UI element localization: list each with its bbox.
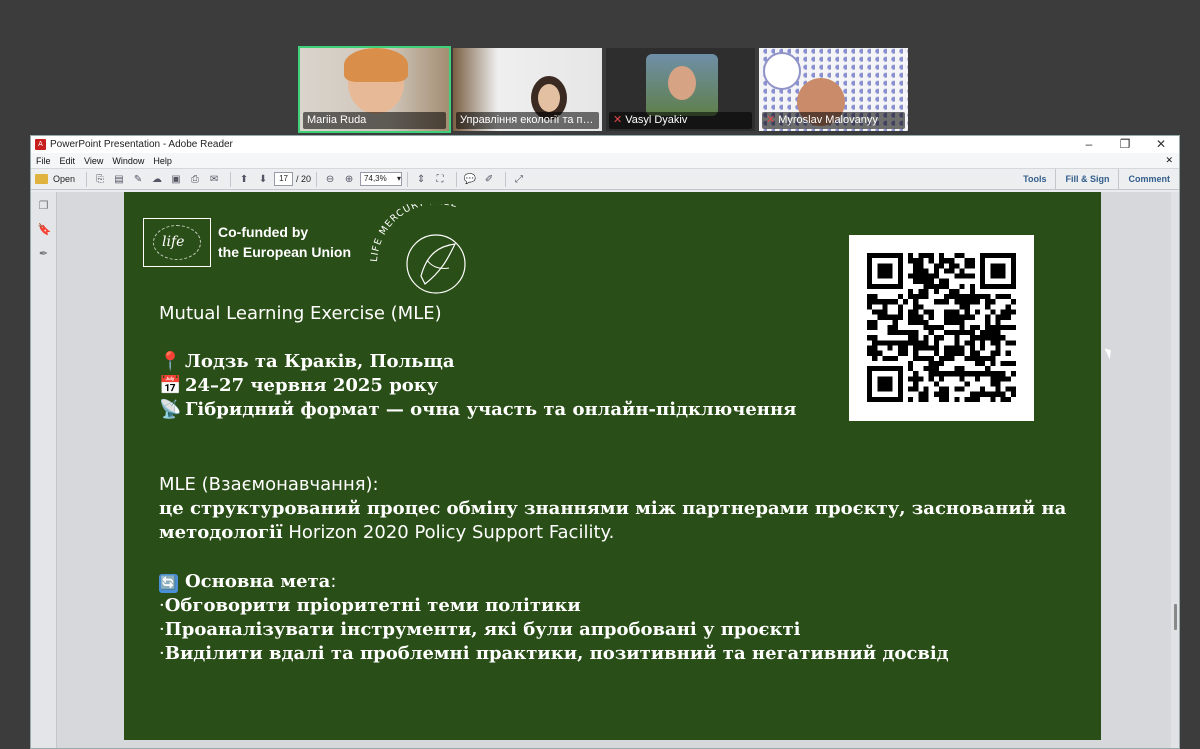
highlight-icon[interactable]: ✐ [481,171,497,187]
navigation-pane: ❐ 🔖 ✒ [31,192,57,748]
tools-button[interactable]: Tools [1014,169,1055,189]
participant-tile-2[interactable]: Управління екології та пр... [451,46,604,133]
svg-text:LIFE MERCURY FREE: LIFE MERCURY FREE [369,204,459,262]
menu-window[interactable]: Window [112,156,144,166]
participant-name: Mariia Ruda [303,112,446,129]
life-logo-text: life [162,234,185,250]
toolbar-separator [505,171,507,187]
menu-file[interactable]: File [36,156,51,166]
chevron-down-icon: ▾ [397,174,402,183]
page-thumbnails-icon[interactable]: ❐ [38,200,50,212]
adobe-reader-icon: A [35,139,46,150]
mercury-free-text: LIFE MERCURY FREE [369,204,458,262]
fill-sign-button[interactable]: Fill & Sign [1055,169,1118,189]
toolbar-separator [86,171,88,187]
read-mode-icon[interactable]: ⤢ [511,171,527,187]
minimize-button[interactable]: – [1071,136,1107,153]
cofunded-text: Co-funded by the European Union [218,222,351,262]
life-logo: life [143,218,211,267]
slide-page: life Co-funded by the European Union LIF… [124,192,1101,740]
scrollbar-thumb[interactable] [1174,604,1177,630]
zoom-select[interactable]: 74,3% ▾ [360,172,403,186]
fit-width-icon[interactable]: ⛶ [432,171,448,187]
date-line: 📅 24–27 червня 2025 року [159,375,439,396]
edit-icon[interactable]: ✎ [130,171,146,187]
export-pdf-icon[interactable]: ▤ [111,171,127,187]
comment-icon[interactable]: 💬 [462,171,478,187]
fit-page-icon[interactable]: ⇕ [413,171,429,187]
mle-title: MLE (Взаємонавчання): [159,474,379,495]
title-bar: A PowerPoint Presentation - Adobe Reader… [31,136,1179,153]
cofunded-line-1: Co-funded by [218,224,309,240]
next-page-icon[interactable]: ⬇ [255,171,271,187]
menu-bar: File Edit View Window Help ✕ [31,153,1179,168]
adobe-reader-window: A PowerPoint Presentation - Adobe Reader… [30,135,1180,749]
qr-code[interactable] [849,235,1034,421]
participant-tile-4[interactable]: ✕ Myroslav Malovanyy [757,46,910,133]
toolbar-separator [456,171,458,187]
location-line: 📍 Лодзь та Краків, Польща [159,351,455,372]
menu-edit[interactable]: Edit [60,156,76,166]
goal-item-3: ·Виділити вдалі та проблемні практики, п… [159,643,949,664]
zoom-in-icon[interactable]: ⊕ [341,171,357,187]
vertical-scrollbar[interactable] [1171,192,1179,748]
menu-help[interactable]: Help [153,156,172,166]
page-total: / 20 [296,174,312,184]
format-line: 📡 Гібридний формат — очна участь та онлай… [159,399,797,420]
email-icon[interactable]: ✉ [206,171,222,187]
toolbar: Open ⎘ ▤ ✎ ☁ ▣ ⎙ ✉ ⬆ ⬇ 17 / 20 ⊖ ⊕ 74,3%… [31,168,1179,190]
page-number-input[interactable]: 17 [274,172,294,186]
create-pdf-icon[interactable]: ⎘ [92,171,108,187]
cofunded-line-2: the European Union [218,244,351,260]
toolbar-separator [407,171,409,187]
previous-page-icon[interactable]: ⬆ [236,171,252,187]
life-mercury-free-logo: LIFE MERCURY FREE [369,204,466,294]
bookmarks-icon[interactable]: 🔖 [38,224,52,236]
satellite-icon: 📡 [159,399,182,420]
toolbar-separator [230,171,232,187]
participant-strip: Mariia Ruda Управління екології та пр...… [298,46,910,133]
qr-code-image [867,253,1016,402]
open-button[interactable]: Open [35,174,75,184]
participant-tile-3[interactable]: ✕ Vasyl Dyakiv [604,46,757,133]
comment-button[interactable]: Comment [1118,169,1179,189]
menu-view[interactable]: View [84,156,103,166]
mic-muted-icon: ✕ [766,114,776,126]
calendar-icon: 📅 [159,375,182,396]
folder-icon [35,174,48,184]
participant-name: ✕ Vasyl Dyakiv [609,112,752,129]
slide-heading: Mutual Learning Exercise (MLE) [159,303,442,324]
close-button[interactable]: ✕ [1143,136,1179,153]
print-icon[interactable]: ⎙ [187,171,203,187]
document-area: ❐ 🔖 ✒ life Co-funded by the European Uni… [31,192,1179,748]
save-icon[interactable]: ▣ [168,171,184,187]
mle-description-1: це структурований процес обміну знаннями… [159,498,1067,519]
participant-face [668,66,696,100]
mic-muted-icon: ✕ [613,114,623,126]
university-logo [763,52,801,90]
toolbar-separator [316,171,318,187]
signature-icon[interactable]: ✒ [38,248,50,260]
goal-item-2: ·Проаналізувати інструменти, які були ап… [159,619,801,640]
participant-name: ✕ Myroslav Malovanyy [762,112,905,129]
window-title: PowerPoint Presentation - Adobe Reader [50,139,233,150]
refresh-icon: 🔄 [159,574,178,593]
cloud-upload-icon[interactable]: ☁ [149,171,165,187]
meeting-screen: Mariia Ruda Управління екології та пр...… [0,0,1200,749]
mle-description-2: методології Horizon 2020 Policy Support … [159,522,615,543]
participant-name: Управління екології та пр... [456,112,599,129]
close-document-icon[interactable]: ✕ [1165,155,1173,166]
pin-icon: 📍 [159,351,182,372]
goal-title-line: 🔄 Основна мета: [159,571,337,593]
zoom-out-icon[interactable]: ⊖ [322,171,338,187]
participant-face [538,84,560,112]
maximize-button[interactable]: ❐ [1107,136,1143,153]
participant-hair [344,48,408,82]
goal-item-1: ·Обговорити пріоритетні теми політики [159,595,581,616]
participant-tile-1[interactable]: Mariia Ruda [298,46,451,133]
